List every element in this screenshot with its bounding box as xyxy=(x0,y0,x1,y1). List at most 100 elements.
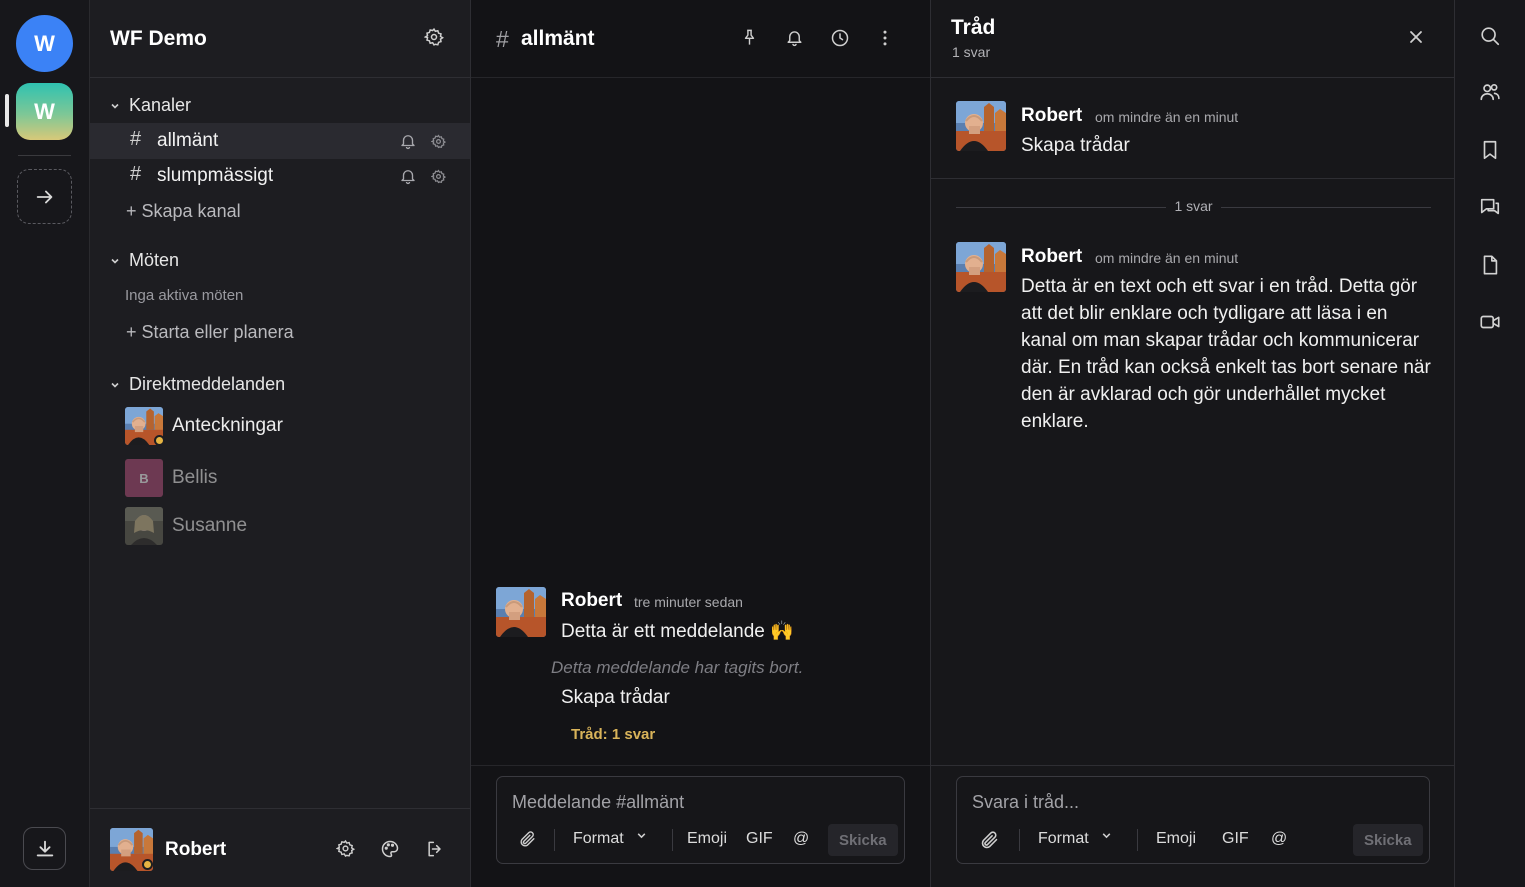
send-button[interactable]: Skicka xyxy=(828,824,898,856)
message-author[interactable]: Robert xyxy=(561,590,622,612)
format-dropdown[interactable]: Format xyxy=(1038,830,1112,848)
theme-button[interactable] xyxy=(380,839,400,859)
file-icon xyxy=(1483,255,1498,275)
gear-icon[interactable] xyxy=(431,134,446,149)
notifications-button[interactable] xyxy=(785,28,804,47)
channel-name: allmänt xyxy=(157,130,219,151)
avatar: B xyxy=(125,459,163,497)
bell-icon[interactable] xyxy=(399,167,417,185)
user-settings-button[interactable] xyxy=(336,839,355,858)
thread-composer-area: Svara i tråd... Format Emoji GIF @ Skick… xyxy=(931,765,1455,887)
files-button[interactable] xyxy=(1479,254,1501,276)
chevron-down-icon xyxy=(110,256,120,266)
workspace-settings-button[interactable] xyxy=(424,27,444,47)
meetings-title: Möten xyxy=(129,250,180,270)
sidebar: WF Demo Kanaler # allmänt # slumpmässigt… xyxy=(90,0,471,887)
emoji-button[interactable]: Emoji xyxy=(1156,830,1196,848)
pin-icon xyxy=(744,29,755,45)
parent-message-avatar[interactable] xyxy=(956,101,1006,151)
channel-item-slumpmassigt[interactable]: # slumpmässigt xyxy=(90,158,470,194)
members-button[interactable] xyxy=(1479,81,1501,103)
chevron-down-icon xyxy=(637,833,646,839)
dms-section-header[interactable]: Direktmeddelanden xyxy=(110,374,285,395)
bell-icon[interactable] xyxy=(399,132,417,150)
user-name: Robert xyxy=(165,839,227,860)
message-text: Detta är ett meddelande 🙌 xyxy=(561,621,794,642)
create-channel-link[interactable]: + Skapa kanal xyxy=(126,201,241,222)
reply-time: om mindre än en minut xyxy=(1095,250,1239,266)
channel-header: # allmänt xyxy=(471,0,930,78)
dm-item-susanne[interactable]: Susanne xyxy=(125,507,455,545)
members-icon xyxy=(1480,84,1500,101)
parent-message-author[interactable]: Robert xyxy=(1021,105,1082,127)
video-call-button[interactable] xyxy=(1479,311,1501,333)
gear-icon[interactable] xyxy=(431,169,446,184)
gear-icon xyxy=(336,839,355,857)
rail-divider xyxy=(18,155,71,156)
thread-header: Tråd 1 svar xyxy=(931,0,1455,78)
dm-name: Anteckningar xyxy=(172,415,283,436)
gif-button[interactable]: GIF xyxy=(746,830,773,848)
reply-avatar[interactable] xyxy=(956,242,1006,292)
start-meeting-link[interactable]: + Starta eller planera xyxy=(126,322,294,343)
hash-icon: # xyxy=(130,163,142,185)
message-avatar[interactable] xyxy=(496,587,546,637)
clock-icon xyxy=(831,29,849,47)
reply-author[interactable]: Robert xyxy=(1021,246,1082,268)
workspace-button-2[interactable]: W xyxy=(16,83,73,140)
mention-button[interactable]: @ xyxy=(1271,830,1287,848)
bell-icon xyxy=(787,31,802,47)
attach-button[interactable] xyxy=(518,830,537,849)
download-app-button[interactable] xyxy=(23,827,66,870)
toolbar-divider xyxy=(1137,829,1138,851)
channel-name: slumpmässigt xyxy=(157,165,274,186)
workspace-rail: W W xyxy=(0,0,90,887)
logout-icon xyxy=(428,841,441,857)
toolbar-divider xyxy=(1019,829,1020,851)
search-button[interactable] xyxy=(1479,25,1501,47)
dm-item-anteckningar[interactable]: Anteckningar xyxy=(125,407,455,446)
thread-title: Tråd xyxy=(951,16,996,39)
thread-reply-input[interactable]: Svara i tråd... xyxy=(972,792,1079,813)
dm-name: Bellis xyxy=(172,467,218,488)
format-dropdown[interactable]: Format xyxy=(573,830,647,848)
send-button[interactable]: Skicka xyxy=(1353,824,1423,856)
thread-replies-link[interactable]: Tråd: 1 svar xyxy=(571,726,655,743)
history-button[interactable] xyxy=(830,28,850,48)
parent-message-text: Skapa trådar xyxy=(1021,135,1130,156)
bookmark-icon xyxy=(1483,140,1497,160)
channel-item-allmant[interactable]: # allmänt xyxy=(90,123,470,159)
paperclip-icon xyxy=(981,831,998,849)
logout-button[interactable] xyxy=(425,839,445,859)
emoji-button[interactable]: Emoji xyxy=(687,830,727,848)
gear-icon xyxy=(424,27,444,47)
active-workspace-indicator xyxy=(5,94,9,127)
channels-section-header[interactable]: Kanaler xyxy=(110,95,191,116)
join-workspace-button[interactable] xyxy=(17,169,72,224)
toolbar-divider xyxy=(672,829,673,851)
dm-item-bellis[interactable]: B Bellis xyxy=(125,459,455,497)
workspace-button-1[interactable]: W xyxy=(16,15,73,72)
workspace-name[interactable]: WF Demo xyxy=(110,27,207,51)
thread-panel: Tråd 1 svar Robert om mindre än en minut… xyxy=(931,0,1455,887)
thread-composer[interactable]: Svara i tråd... Format Emoji GIF @ Skick… xyxy=(956,776,1430,864)
hash-icon: # xyxy=(130,128,142,150)
attach-button[interactable] xyxy=(979,830,1000,851)
avatar-initial: B xyxy=(139,470,149,486)
meetings-section-header[interactable]: Möten xyxy=(110,250,179,271)
pin-button[interactable] xyxy=(740,28,759,47)
mention-button[interactable]: @ xyxy=(793,830,809,848)
hash-icon: # xyxy=(496,26,509,52)
more-options-button[interactable] xyxy=(875,28,895,48)
chevron-down-icon xyxy=(110,380,120,390)
chevron-down-icon xyxy=(1102,833,1111,839)
message-input[interactable]: Meddelande #allmänt xyxy=(512,792,684,813)
toolbar-divider xyxy=(554,829,555,851)
gif-button[interactable]: GIF xyxy=(1222,830,1249,848)
threads-button[interactable] xyxy=(1479,196,1501,218)
message-composer[interactable]: Meddelande #allmänt Format Emoji GIF @ S… xyxy=(496,776,905,864)
away-status-dot xyxy=(154,435,165,446)
close-thread-button[interactable] xyxy=(1408,29,1424,45)
message-time: tre minuter sedan xyxy=(634,594,743,610)
bookmarks-button[interactable] xyxy=(1479,139,1501,161)
